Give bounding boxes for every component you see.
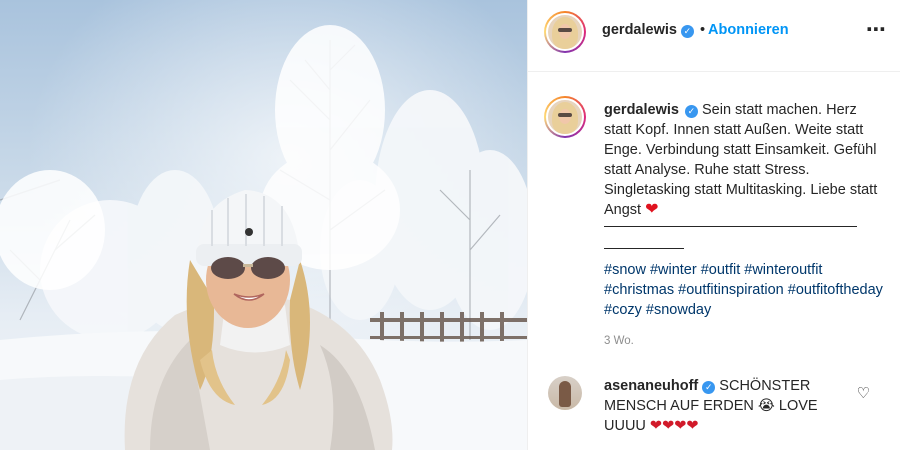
caption-username[interactable]: gerdalewis [604,102,679,118]
comment: asenaneuhoff ✓ SCHÖNSTER MENSCH AUF ERDEN… [604,376,854,436]
post-caption: gerdalewis ✓ Sein statt machen. Herz stat… [604,100,888,220]
commenter-username[interactable]: asenaneuhoff [604,378,698,394]
hashtag-link[interactable]: #outfit [701,262,741,278]
caption-verified-badge-icon: ✓ [684,105,698,118]
follow-button[interactable]: Abonnieren [708,22,789,38]
author-avatar-image [546,13,584,51]
hashtag-link[interactable]: #winteroutfit [744,262,822,278]
author-avatar[interactable] [544,11,586,53]
hashtag-link[interactable]: #outfitinspiration [678,282,784,298]
author-line: gerdalewis ✓ • Abonnieren [602,22,789,38]
author-username[interactable]: gerdalewis [602,22,677,38]
winter-photo-illustration [0,0,527,450]
commenter-avatar[interactable] [548,376,582,410]
separator-dot: • [699,22,706,38]
hashtag-link[interactable]: #outfitoftheday [788,282,883,298]
crying-emoji-icon: 😭 [757,398,775,414]
hashtag-link[interactable]: #snowday [646,302,711,318]
post-header: gerdalewis ✓ • Abonnieren ⋯ [528,0,900,72]
hashtag-list: #snow #winter #outfit #winteroutfit #chr… [604,260,888,320]
hashtag-link[interactable]: #cozy [604,302,642,318]
post-details-panel: gerdalewis ✓ • Abonnieren ⋯ gerdalewis ✓ Sei… [527,0,900,450]
verified-badge-icon: ✓ [680,25,694,38]
post-timestamp[interactable]: 3 Wo. [604,335,634,347]
heart-emoji-icon: ❤ [645,201,659,218]
more-options-icon[interactable]: ⋯ [866,20,887,40]
hashtag-link[interactable]: #winter [650,262,697,278]
hashtag-link[interactable]: #snow [604,262,646,278]
hearts-emoji-icon: ❤❤❤❤ [649,418,699,434]
post-photo[interactable] [0,0,527,450]
caption-author-avatar[interactable] [544,96,586,138]
caption-divider-short [604,248,684,249]
commenter-verified-badge-icon: ✓ [702,381,716,394]
caption-divider [604,226,857,227]
hashtag-link[interactable]: #christmas [604,282,674,298]
comment-like-heart-icon[interactable]: ♡ [857,384,870,402]
caption-avatar-image [546,98,584,136]
